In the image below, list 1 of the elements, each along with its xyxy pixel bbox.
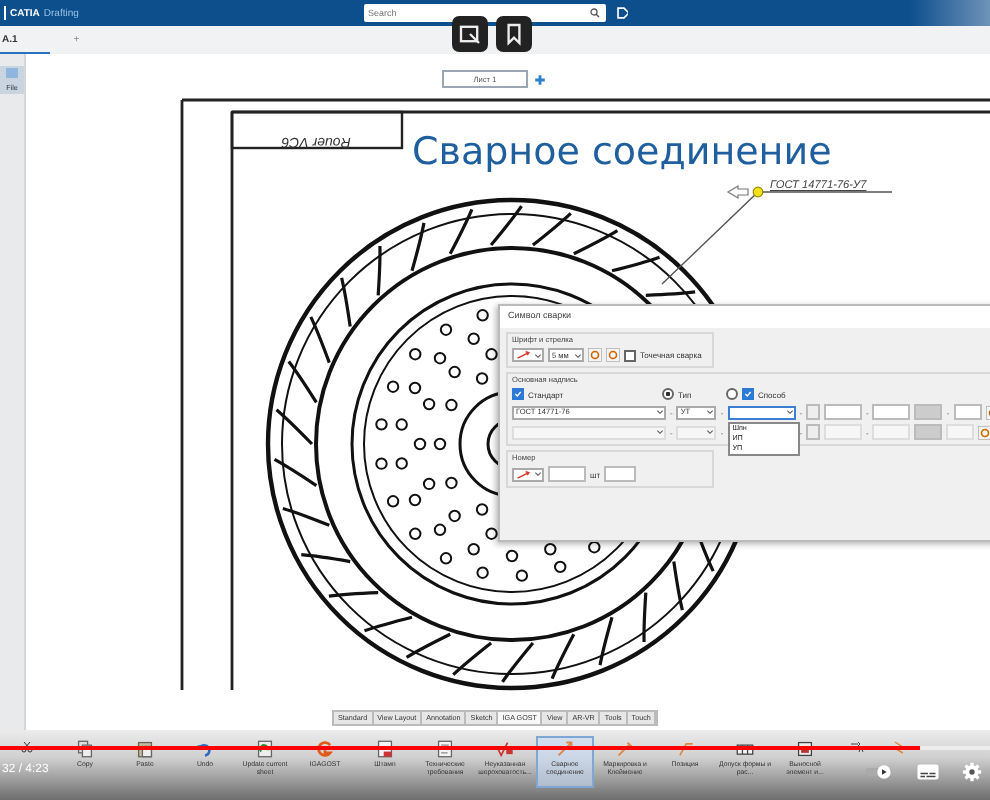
drawing-heading: Сварное соединение: [412, 130, 832, 174]
